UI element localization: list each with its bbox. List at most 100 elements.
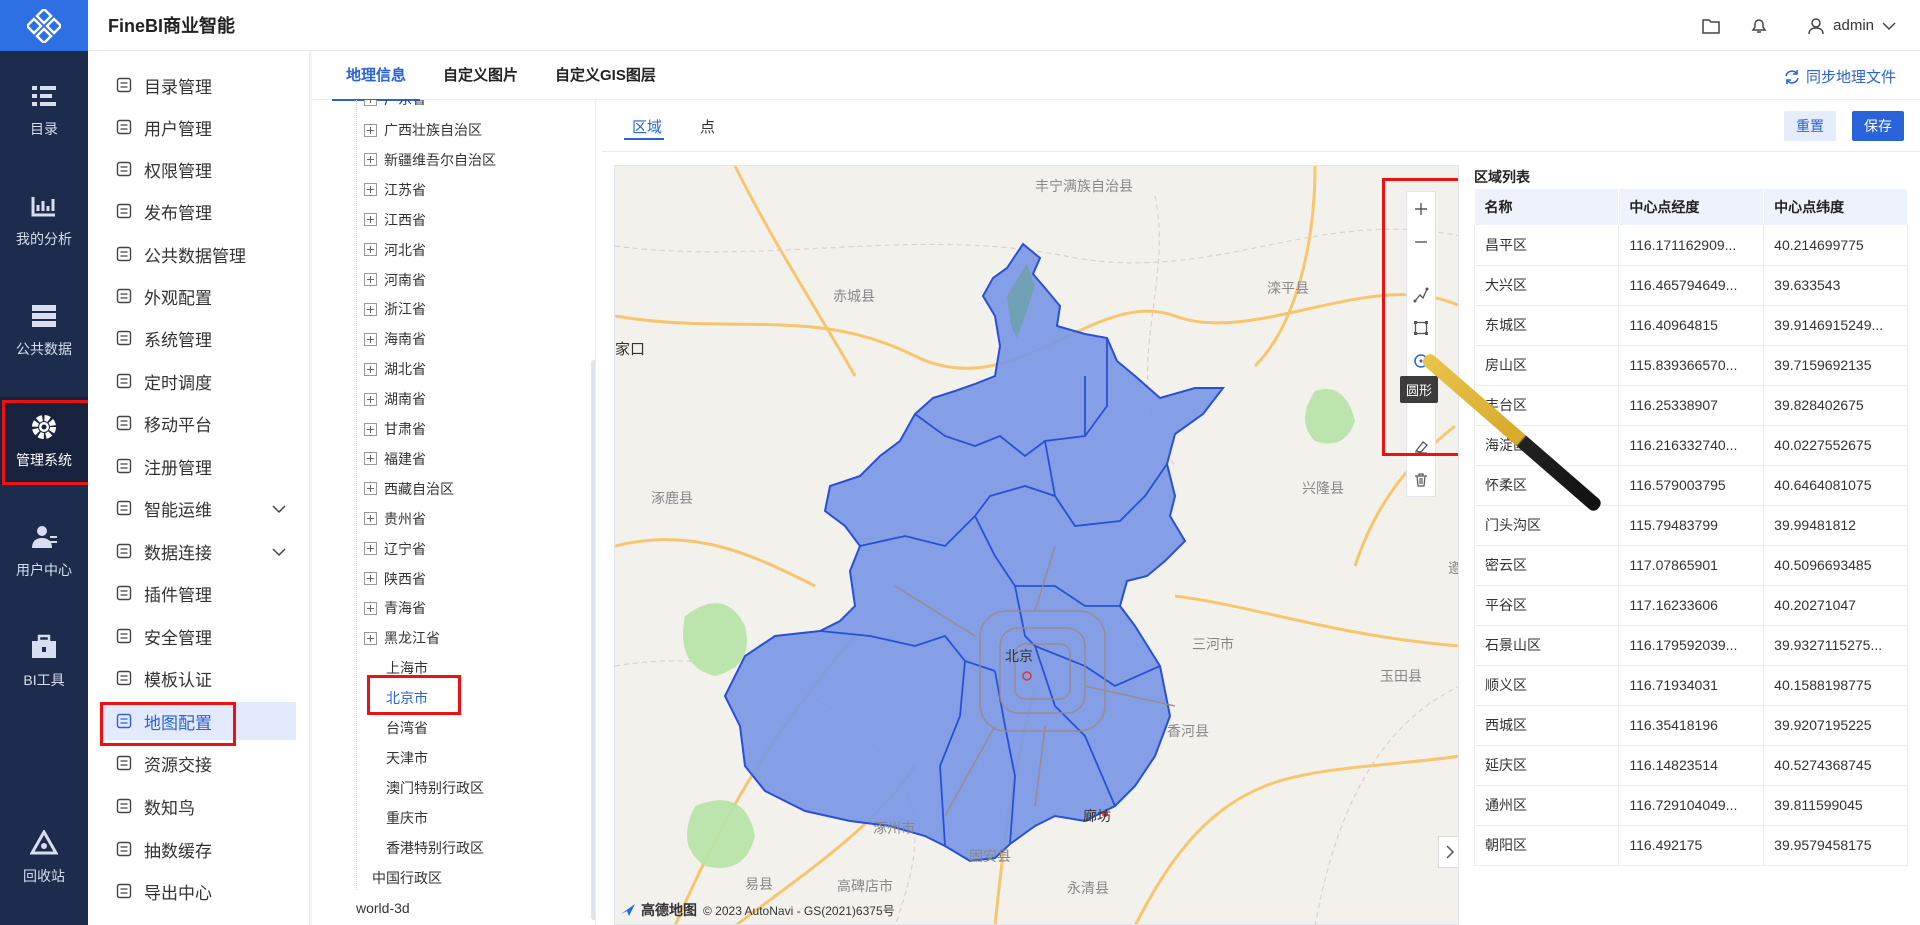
sidebar-item-briefcase[interactable]: 公共数据管理 — [100, 235, 296, 273]
rail-recycle-bin[interactable]: 回收站 — [0, 813, 88, 901]
expand-icon[interactable] — [364, 362, 377, 376]
tree-node-province[interactable]: 陕西省 — [364, 564, 426, 594]
expand-icon[interactable] — [364, 572, 377, 585]
table-row[interactable]: 朝阳区 116.492175 39.9579458175 — [1473, 825, 1908, 866]
tree-node-world-3d[interactable]: world-3d — [356, 893, 410, 923]
tree-node-province[interactable]: 海南省 — [364, 324, 426, 354]
rail-bi-tools[interactable]: BI工具 — [0, 617, 88, 705]
table-row[interactable]: 房山区 115.839366570... 39.7159692135 — [1473, 345, 1908, 386]
sync-geo-files-button[interactable]: 同步地理文件 — [1784, 66, 1896, 87]
tree-node-city[interactable]: 天津市 — [386, 743, 428, 773]
expand-icon[interactable] — [364, 123, 377, 137]
table-row[interactable]: 门头沟区 115.79483799 39.99481812 — [1473, 505, 1908, 546]
tree-node-china-admin[interactable]: 中国行政区 — [372, 863, 442, 893]
expand-icon[interactable] — [364, 512, 377, 526]
table-row[interactable]: 密云区 117.07865901 40.5096693485 — [1473, 545, 1908, 586]
zoom-out-button[interactable] — [1407, 225, 1435, 258]
table-row[interactable]: 大兴区 116.465794649... 39.633543 — [1473, 265, 1908, 306]
tree-node-province[interactable]: 青海省 — [364, 593, 426, 623]
rail-public-data[interactable]: 公共数据 — [0, 286, 88, 374]
column-header[interactable]: 中心点纬度 — [1763, 189, 1908, 225]
tree-node-city[interactable]: 台湾省 — [386, 713, 428, 743]
tree-scrollbar[interactable] — [591, 360, 595, 920]
sidebar-item-puzzle[interactable]: 插件管理 — [100, 574, 296, 612]
tree-node-province[interactable]: 贵州省 — [364, 504, 426, 534]
expand-icon[interactable] — [364, 213, 377, 227]
tab-geo-info[interactable]: 地理信息 — [331, 51, 421, 101]
tree-node-province[interactable]: 河北省 — [364, 235, 426, 265]
folder-icon[interactable] — [1699, 14, 1723, 38]
tree-node-beijing[interactable]: 北京市 — [386, 683, 428, 713]
save-button[interactable]: 保存 — [1852, 111, 1904, 141]
edit-button[interactable] — [1407, 430, 1435, 463]
tree-node-province[interactable]: 黑龙江省 — [364, 623, 440, 653]
rail-my-analysis[interactable]: 我的分析 — [0, 176, 88, 264]
expand-icon[interactable] — [364, 631, 377, 645]
tree-node-province[interactable]: 浙江省 — [364, 294, 426, 324]
sidebar-item-gear[interactable]: 系统管理 — [100, 319, 296, 357]
expand-icon[interactable] — [364, 153, 377, 167]
sidebar-item-link[interactable]: 数据连接 — [100, 532, 296, 570]
sidebar-item-security[interactable]: 安全管理 — [100, 617, 296, 655]
expand-icon[interactable] — [364, 601, 377, 615]
rail-management-system[interactable]: 管理系统 — [0, 397, 88, 485]
sidebar-item-certificate[interactable]: 模板认证 — [100, 659, 296, 697]
draw-circle-button[interactable] — [1407, 344, 1435, 377]
sidebar-item-shield[interactable]: 权限管理 — [100, 150, 296, 188]
expand-icon[interactable] — [364, 243, 377, 257]
expand-panel-button[interactable] — [1438, 836, 1458, 868]
expand-icon[interactable] — [364, 542, 377, 556]
table-row[interactable]: 通州区 116.729104049... 39.811599045 — [1473, 785, 1908, 826]
tree-node-province[interactable]: 湖北省 — [364, 354, 426, 384]
table-row[interactable]: 丰台区 116.25338907 39.828402675 — [1473, 385, 1908, 426]
draw-rectangle-button[interactable] — [1407, 311, 1435, 344]
tree-node-city[interactable]: 重庆市 — [386, 803, 428, 833]
map-canvas[interactable]: 丰宁满族自治县 赤城县 滦平县 家口 涿鹿县 兴隆县 北京 三河市 玉田县 香河县 涿州市 廊坊 固安县… — [614, 165, 1459, 925]
draw-polyline-button[interactable] — [1407, 278, 1435, 311]
expand-icon[interactable] — [364, 183, 377, 197]
tree-node-province[interactable]: 江西省 — [364, 205, 426, 235]
delete-button[interactable] — [1407, 463, 1435, 496]
column-header[interactable]: 中心点经度 — [1618, 189, 1765, 225]
sidebar-item-ops[interactable]: 智能运维 — [100, 489, 296, 527]
expand-icon[interactable] — [364, 302, 377, 316]
sidebar-item-user[interactable]: 用户管理 — [100, 108, 296, 146]
tree-node-city[interactable]: 上海市 — [386, 653, 428, 683]
sidebar-item-mobile[interactable]: 移动平台 — [100, 404, 296, 442]
sidebar-item-register[interactable]: 注册管理 — [100, 447, 296, 485]
tree-node-province[interactable]: 广西壮族自治区 — [364, 115, 482, 145]
table-row[interactable]: 昌平区 116.171162909... 40.214699775 — [1473, 225, 1908, 266]
tree-node-province[interactable]: 甘肃省 — [364, 414, 426, 444]
reset-button[interactable]: 重置 — [1784, 111, 1836, 141]
expand-icon[interactable] — [364, 452, 377, 466]
tree-node-province[interactable]: 河南省 — [364, 265, 426, 295]
sidebar-item-export[interactable]: 导出中心 — [100, 872, 296, 910]
tree-node-city[interactable]: 澳门特别行政区 — [386, 773, 484, 803]
expand-icon[interactable] — [364, 100, 377, 106]
sidebar-item-clock[interactable]: 定时调度 — [100, 362, 296, 400]
rail-user-center[interactable]: 用户中心 — [0, 507, 88, 595]
sidebar-item-cache[interactable]: 抽数缓存 — [100, 830, 296, 868]
table-row[interactable]: 石景山区 116.179592039... 39.9327115275... — [1473, 625, 1908, 666]
expand-icon[interactable] — [364, 332, 377, 346]
tree-node-province[interactable]: 辽宁省 — [364, 534, 426, 564]
subtab-point[interactable]: 点 — [700, 116, 715, 137]
table-row[interactable]: 顺义区 116.71934031 40.1588198775 — [1473, 665, 1908, 706]
table-row[interactable]: 海淀区 116.216332740... 40.0227552675 — [1473, 425, 1908, 466]
expand-icon[interactable] — [364, 392, 377, 406]
rail-directory[interactable]: 目录 — [0, 66, 88, 154]
expand-icon[interactable] — [364, 422, 377, 436]
table-row[interactable]: 平谷区 117.16233606 40.20271047 — [1473, 585, 1908, 626]
sidebar-item-handover[interactable]: 资源交接 — [100, 744, 296, 782]
tree-node-guangdong[interactable]: 广东省 — [364, 100, 426, 114]
subtab-area[interactable]: 区域 — [632, 116, 662, 137]
tree-node-province[interactable]: 福建省 — [364, 444, 426, 474]
tree-node-city[interactable]: 香港特别行政区 — [386, 833, 484, 863]
tree-node-province[interactable]: 江苏省 — [364, 175, 426, 205]
expand-icon[interactable] — [364, 273, 377, 286]
region-beijing-shape[interactable] — [723, 242, 1226, 863]
table-row[interactable]: 怀柔区 116.579003795 40.6464081075 — [1473, 465, 1908, 506]
column-header[interactable]: 名称 — [1474, 189, 1620, 225]
expand-icon[interactable] — [364, 482, 377, 496]
user-menu[interactable]: admin — [1807, 17, 1896, 35]
